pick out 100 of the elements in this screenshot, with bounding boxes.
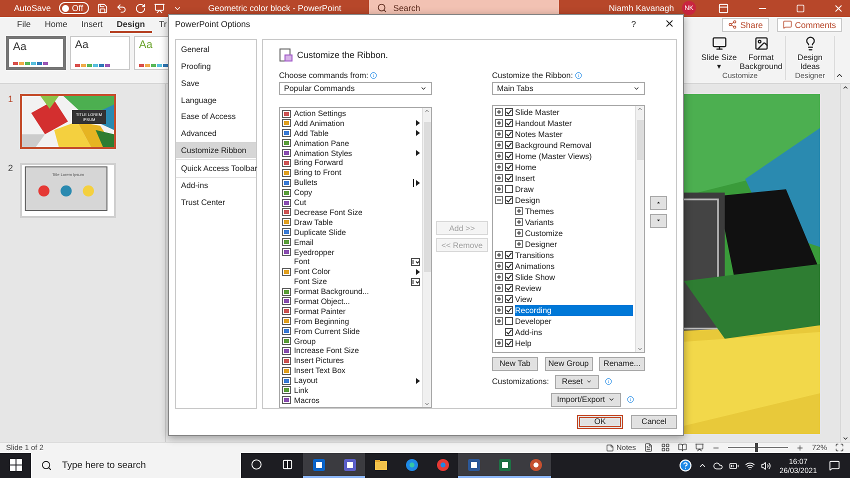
expand-icon[interactable] (495, 141, 503, 150)
battery-icon[interactable] (729, 460, 740, 470)
tree-item[interactable]: Insert (515, 172, 633, 184)
tree-item[interactable]: Draw (515, 184, 633, 195)
checkbox[interactable] (505, 163, 513, 172)
cloud-icon[interactable] (713, 460, 724, 470)
ribbon-tab[interactable]: File (10, 16, 38, 32)
browser-icon[interactable] (404, 458, 418, 472)
expand-icon[interactable] (495, 174, 503, 182)
ribbon-tab[interactable]: Insert (74, 16, 110, 32)
spreadsheet-app-icon[interactable] (498, 458, 512, 472)
checkbox[interactable] (505, 317, 513, 326)
tree-item[interactable]: Themes (525, 206, 633, 217)
ribbon-button[interactable]: Design Ideas (790, 36, 830, 70)
tree-item[interactable]: Variants (525, 216, 633, 228)
expand-icon[interactable] (495, 284, 503, 292)
tree-item[interactable]: Design (515, 194, 633, 206)
redo-icon[interactable] (135, 2, 146, 14)
help-button[interactable]: ? (631, 18, 636, 29)
tree-item[interactable]: Slide Master (515, 106, 633, 118)
show-hidden-icon[interactable] (698, 461, 708, 470)
nav-item[interactable]: Quick Access Toolbar (176, 159, 256, 176)
document-app-icon[interactable] (466, 458, 480, 472)
help-icon[interactable] (679, 459, 692, 472)
expand-icon[interactable] (515, 218, 523, 226)
task-view-icon[interactable] (282, 459, 293, 470)
tree-item[interactable]: Transitions (515, 250, 633, 261)
ribbon-button[interactable]: Format Background (741, 36, 781, 70)
nav-item[interactable]: Save (176, 74, 256, 92)
commands-dropdown[interactable]: Popular Commands (279, 82, 432, 95)
info-icon[interactable] (370, 72, 378, 79)
ribbon-display-icon[interactable] (718, 2, 729, 14)
tree-item[interactable]: Recording (515, 304, 633, 316)
import-export-button[interactable]: Import/Export (551, 392, 622, 407)
save-icon[interactable] (97, 2, 108, 14)
expand-icon[interactable] (495, 317, 503, 326)
expand-icon[interactable] (495, 339, 503, 348)
nav-item[interactable]: Trust Center (176, 194, 256, 210)
reading-view-icon[interactable] (678, 443, 687, 452)
checkbox[interactable] (505, 119, 513, 128)
expand-icon[interactable] (495, 130, 503, 138)
checkbox[interactable] (505, 174, 513, 182)
zoom-in-icon[interactable] (796, 444, 804, 452)
checkbox[interactable] (505, 328, 513, 336)
tree-item[interactable]: Background Removal (515, 140, 633, 151)
slideshow-icon[interactable] (154, 2, 166, 14)
checkbox[interactable] (505, 262, 513, 270)
scroll-up-icon[interactable] (842, 84, 849, 90)
checkbox[interactable] (505, 339, 513, 348)
ribbon-button[interactable]: Slide Size ▾ (699, 36, 739, 70)
nav-item[interactable]: Add-ins (176, 177, 256, 194)
notifications-icon[interactable] (829, 460, 840, 471)
fit-slide-icon[interactable] (835, 443, 844, 452)
expand-icon[interactable] (495, 119, 503, 128)
tree-item[interactable]: Notes Master (515, 128, 633, 140)
checkbox[interactable] (505, 185, 513, 194)
tree-item[interactable]: Animations (515, 260, 633, 272)
expand-icon[interactable] (495, 251, 503, 260)
checkbox[interactable] (505, 196, 513, 204)
start-icon[interactable] (10, 458, 22, 470)
expand-icon[interactable] (515, 207, 523, 216)
chat-app-icon[interactable] (342, 458, 356, 472)
new-tab-button[interactable]: New Tab (492, 356, 538, 371)
taskbar-search-field[interactable]: Type here to search (31, 453, 241, 478)
checkbox[interactable] (505, 273, 513, 282)
tree-item[interactable]: Help (515, 338, 633, 349)
assistant-icon[interactable] (251, 459, 262, 470)
tree-item[interactable]: Home (Master Views) (515, 150, 633, 162)
expand-icon[interactable] (495, 108, 503, 116)
share-button[interactable]: Share (722, 18, 769, 32)
nav-item[interactable]: Language (176, 92, 256, 108)
undo-icon[interactable] (116, 2, 128, 14)
checkbox[interactable] (505, 251, 513, 260)
volume-icon[interactable] (761, 460, 772, 470)
info-icon[interactable] (604, 378, 612, 386)
theme-thumbnail[interactable]: Aa (70, 36, 130, 70)
checkbox[interactable] (505, 152, 513, 160)
tree-item[interactable]: View (515, 294, 633, 305)
autosave-toggle[interactable]: Off (58, 2, 90, 14)
folder-icon[interactable] (374, 458, 388, 472)
collapse-icon[interactable] (495, 196, 503, 204)
ok-button[interactable]: OK (577, 414, 623, 429)
tree-item[interactable]: Add-ins (515, 326, 633, 338)
expand-icon[interactable] (495, 273, 503, 282)
mail-app-icon[interactable] (312, 458, 326, 472)
expand-icon[interactable] (495, 262, 503, 270)
nav-item[interactable]: Ease of Access (176, 108, 256, 126)
wifi-icon[interactable] (745, 460, 756, 470)
normal-view-icon[interactable] (644, 443, 653, 452)
vertical-scrollbar[interactable] (840, 84, 850, 442)
checkbox[interactable] (505, 108, 513, 116)
zoom-thumb[interactable] (754, 443, 758, 452)
expand-icon[interactable] (495, 152, 503, 160)
comments-button[interactable]: Comments (776, 18, 842, 32)
restore-icon[interactable] (796, 4, 805, 13)
checkbox[interactable] (505, 130, 513, 138)
expand-icon[interactable] (495, 185, 503, 194)
expand-icon[interactable] (515, 229, 523, 238)
info-icon[interactable] (627, 396, 634, 404)
slide-sorter-icon[interactable] (660, 443, 670, 452)
